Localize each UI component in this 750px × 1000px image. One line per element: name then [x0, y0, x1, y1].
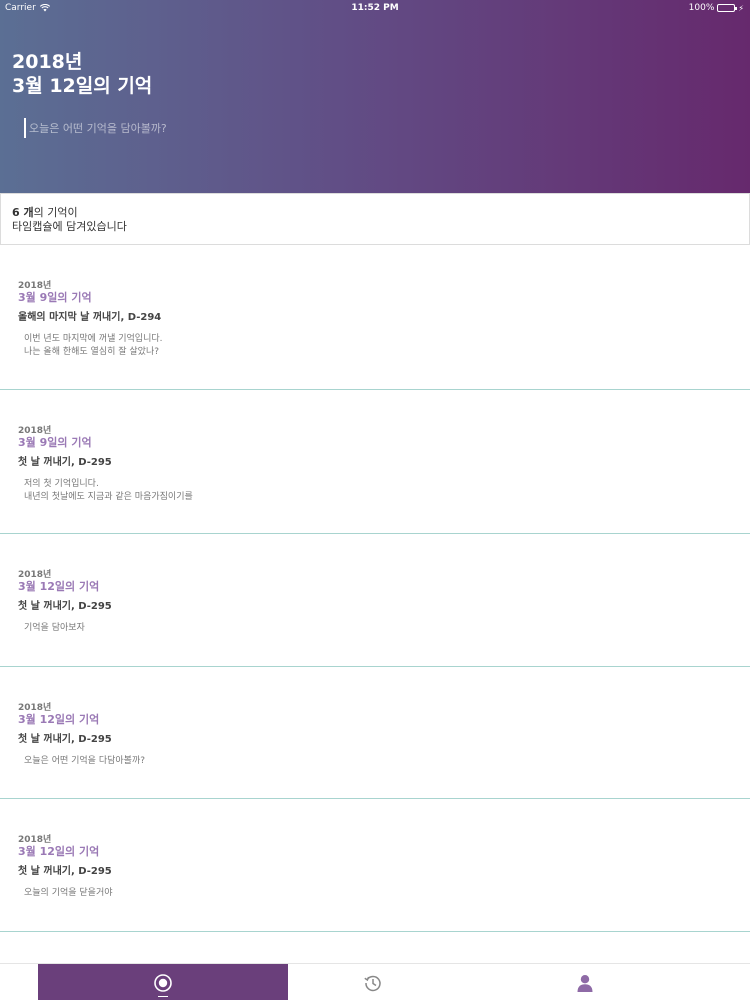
capsule-icon [154, 973, 172, 992]
summary-line2: 타임캡슐에 담겨있습니다 [12, 220, 127, 233]
tab-profile[interactable] [460, 964, 710, 1000]
memory-title: 첫 날 꺼내기, D-295 [18, 734, 112, 745]
memory-title: 첫 날 꺼내기, D-295 [18, 866, 112, 877]
memory-body: 이번 년도 마지막에 꺼낼 기억입니다. 나는 올해 한해도 열심히 잘 살았나… [24, 334, 163, 357]
battery-percent: 100% [688, 3, 715, 13]
memory-date: 3월 9일의 기억 [18, 436, 92, 449]
memory-count-summary: 6 개의 기억이 타임캡슐에 담겨있습니다 [0, 193, 750, 245]
memory-body: 오늘은 어떤 기억을 다담아볼까? [24, 756, 146, 766]
memory-date: 3월 12일의 기억 [18, 580, 100, 593]
memory-body: 저의 첫 기억입니다. 내년의 첫날에도 지금과 같은 마음가짐이기를 [24, 479, 193, 502]
memory-title: 첫 날 꺼내기, D-295 [18, 601, 112, 612]
memory-body: 오늘의 기억을 닫을거야 [24, 888, 113, 898]
tab-history[interactable] [288, 964, 458, 1000]
memory-card[interactable]: 2018년 3월 9일의 기억 첫 날 꺼내기, D-295 저의 첫 기억입니… [0, 390, 750, 534]
memory-card[interactable]: 2018년 3월 9일의 기억 올해의 마지막 날 꺼내기, D-294 이번 … [0, 245, 750, 390]
memory-title: 첫 날 꺼내기, D-295 [18, 457, 112, 468]
tab-bar [0, 963, 750, 1000]
tab-capsule[interactable] [38, 964, 288, 1000]
memory-date: 3월 9일의 기억 [18, 291, 92, 304]
memory-body: 기억을 담아보자 [24, 623, 85, 633]
status-bar: Carrier 11:52 PM 100% ⚡ [0, 0, 750, 16]
header-date: 3월 12일의 기억 [12, 75, 153, 97]
memory-count: 6 개 [12, 206, 34, 219]
status-right: 100% ⚡ [689, 3, 744, 13]
header: Carrier 11:52 PM 100% ⚡ 2018년 3월 12일의 기억 [0, 0, 750, 193]
memory-card[interactable]: 2018년 3월 12일의 기억 첫 날 꺼내기, D-295 오늘의 기억을 … [0, 799, 750, 932]
memory-title: 올해의 마지막 날 꺼내기, D-294 [18, 312, 162, 323]
memory-date: 3월 12일의 기억 [18, 713, 100, 726]
profile-icon [577, 974, 593, 992]
memory-card[interactable]: 2018년 3월 12일의 기억 첫 날 꺼내기, D-295 기억을 담아보자 [0, 534, 750, 667]
memory-input[interactable] [24, 118, 424, 138]
battery-icon [717, 4, 738, 12]
summary-line1: 의 기억이 [33, 206, 78, 219]
header-year: 2018년 [12, 51, 83, 73]
active-tab-indicator [158, 996, 168, 997]
memory-list: 2018년 3월 9일의 기억 올해의 마지막 날 꺼내기, D-294 이번 … [0, 245, 750, 932]
charging-icon: ⚡ [738, 3, 744, 13]
memory-date: 3월 12일의 기억 [18, 845, 100, 858]
status-time: 11:52 PM [351, 3, 399, 13]
memory-card[interactable]: 2018년 3월 12일의 기억 첫 날 꺼내기, D-295 오늘은 어떤 기… [0, 667, 750, 799]
history-icon [364, 975, 381, 991]
